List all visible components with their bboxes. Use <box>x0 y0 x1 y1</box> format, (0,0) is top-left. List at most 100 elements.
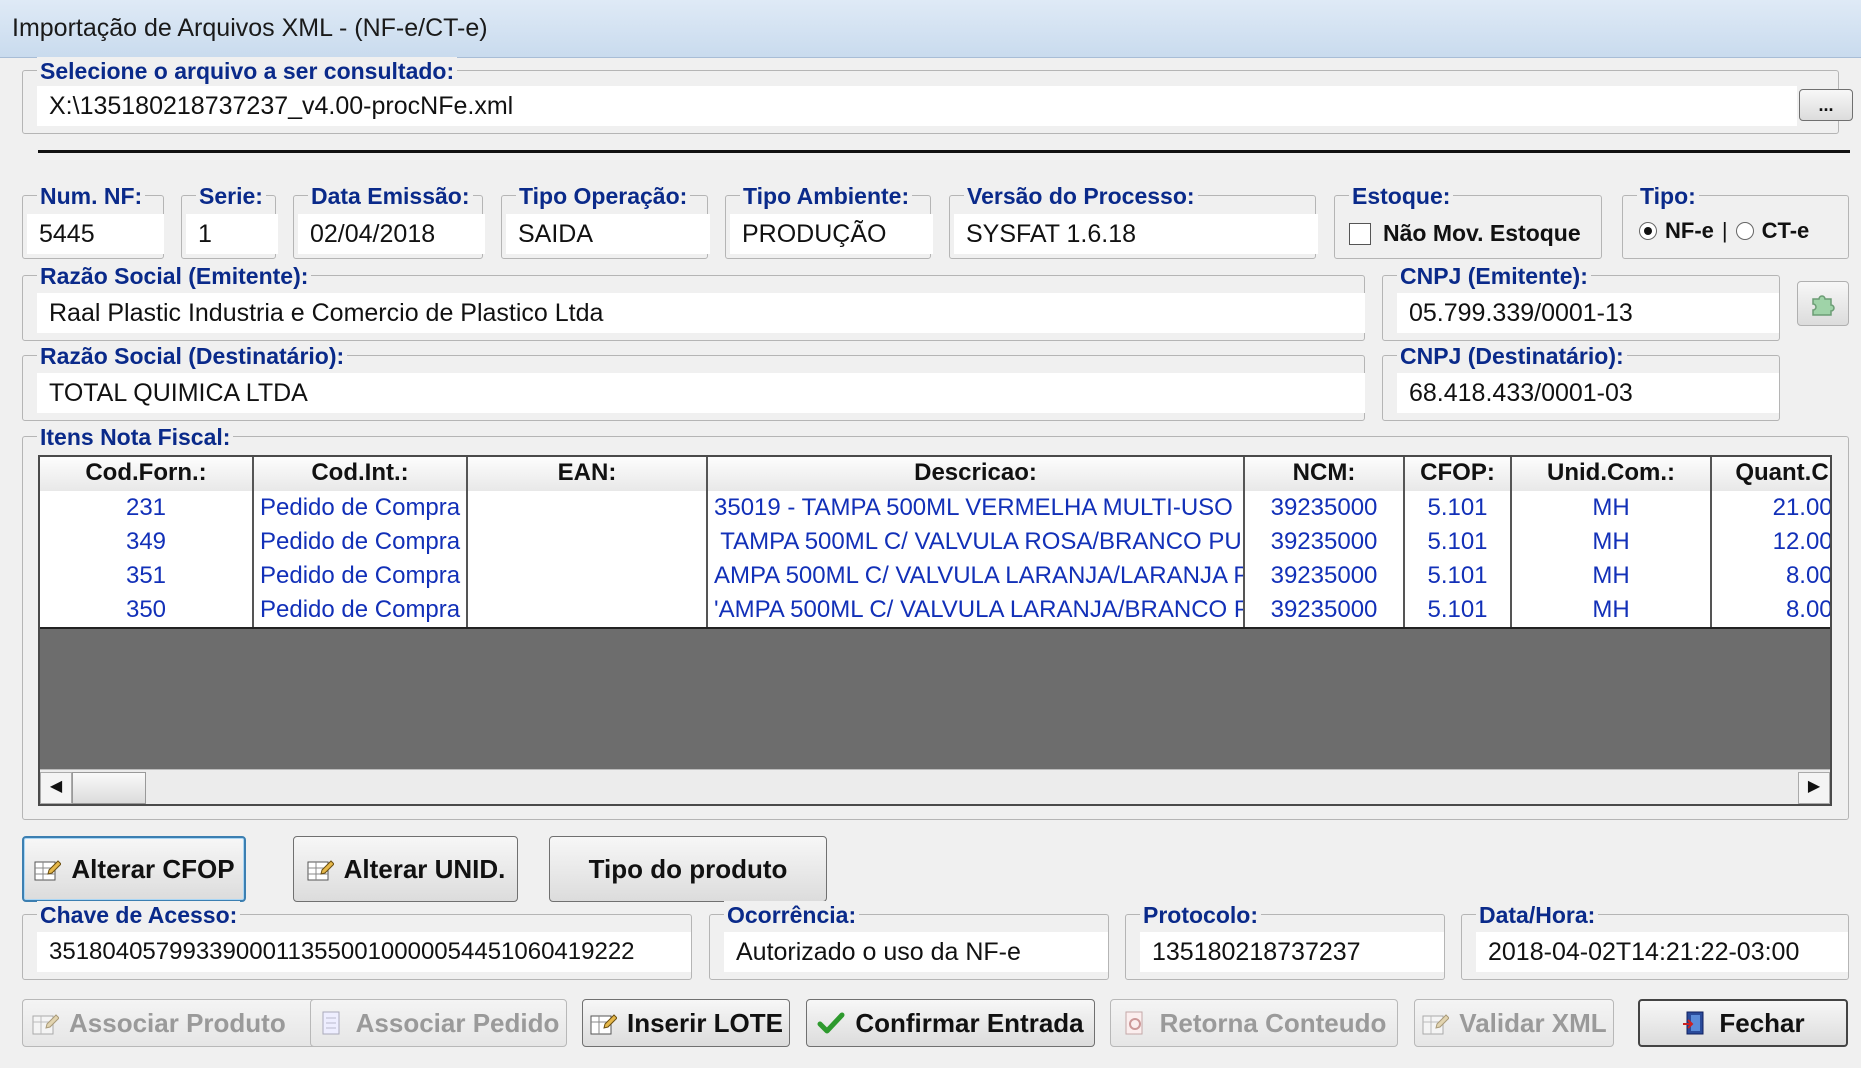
tipo-operacao-group: Tipo Operação: SAIDA <box>501 182 710 259</box>
browse-button[interactable]: ... <box>1799 89 1853 121</box>
exit-door-icon <box>1681 1010 1709 1036</box>
alterar-cfop-button[interactable]: Alterar CFOP <box>22 836 246 902</box>
cell-cod-forn: 350 <box>40 593 254 627</box>
serie-group: Serie: 1 <box>181 182 278 259</box>
cell-cfop: 5.101 <box>1405 593 1512 627</box>
radio-cte[interactable]: CT-e <box>1735 218 1809 244</box>
razao-destinatario-label: Razão Social (Destinatário): <box>37 342 348 370</box>
chave-group: Chave de Acesso: 35180405799339000113550… <box>22 901 692 980</box>
protocolo-group: Protocolo: 135180218737237 <box>1125 901 1445 980</box>
associar-pedido-button[interactable]: Associar Pedido <box>310 999 567 1047</box>
table-row[interactable]: 231 Pedido de Compra 35019 - TAMPA 500ML… <box>40 491 1832 526</box>
razao-emitente-label: Razão Social (Emitente): <box>37 262 312 290</box>
cell-ncm: 39235000 <box>1245 491 1405 525</box>
tipo-label: Tipo: <box>1637 182 1699 210</box>
retorna-conteudo-button[interactable]: Retorna Conteudo <box>1110 999 1398 1047</box>
ocorrencia-field[interactable]: Autorizado o uso da NF-e <box>724 932 1108 972</box>
document-refresh-icon <box>1122 1010 1150 1036</box>
cell-cod-forn: 231 <box>40 491 254 525</box>
edit-table-icon <box>31 1010 60 1036</box>
data-emissao-field[interactable]: 02/04/2018 <box>298 214 485 254</box>
tipo-operacao-label: Tipo Operação: <box>516 182 691 210</box>
validar-xml-label: Validar XML <box>1459 1007 1607 1038</box>
associar-produto-label: Associar Produto <box>69 1007 286 1038</box>
confirmar-entrada-button[interactable]: Confirmar Entrada <box>806 999 1095 1047</box>
table-row[interactable]: 350 Pedido de Compra 'AMPA 500ML C/ VALV… <box>40 593 1832 629</box>
tipo-operacao-field[interactable]: SAIDA <box>506 214 710 254</box>
cell-cfop: 5.101 <box>1405 491 1512 525</box>
fechar-button[interactable]: Fechar <box>1638 999 1848 1047</box>
checkbox-box <box>1349 222 1371 245</box>
protocolo-field[interactable]: 135180218737237 <box>1140 932 1444 972</box>
estoque-label: Estoque: <box>1349 182 1454 210</box>
scroll-right-icon[interactable]: ▶ <box>1798 772 1830 804</box>
associar-produto-button[interactable]: Associar Produto <box>22 999 322 1047</box>
col-cod-int[interactable]: Cod.Int.: <box>254 457 468 491</box>
edit-table-icon <box>589 1010 618 1036</box>
razao-emitente-field[interactable]: Raal Plastic Industria e Comercio de Pla… <box>37 293 1365 333</box>
tipo-ambiente-field[interactable]: PRODUÇÃO <box>730 214 933 254</box>
razao-destinatario-field[interactable]: TOTAL QUIMICA LTDA <box>37 373 1365 413</box>
cell-quant: 8.000 <box>1785 596 1832 623</box>
cnpj-emitente-label: CNPJ (Emitente): <box>1397 262 1591 290</box>
num-nf-group: Num. NF: 5445 <box>22 182 164 259</box>
radio-nfe-label: NF-e <box>1665 218 1714 243</box>
serie-field[interactable]: 1 <box>186 214 278 254</box>
edit-table-icon <box>33 856 63 882</box>
cell-ean <box>468 491 708 525</box>
table-row[interactable]: 349 Pedido de Compra TAMPA 500ML C/ VALV… <box>40 525 1830 560</box>
cnpj-emitente-field[interactable]: 05.799.339/0001-13 <box>1397 293 1779 333</box>
cell-quant: 21.000 <box>1772 494 1832 521</box>
fechar-label: Fechar <box>1719 1007 1805 1038</box>
data-hora-field[interactable]: 2018-04-02T14:21:22-03:00 <box>1476 932 1848 972</box>
scroll-left-icon[interactable]: ◀ <box>40 772 72 804</box>
chave-label: Chave de Acesso: <box>37 901 241 929</box>
edit-table-icon <box>1421 1010 1451 1036</box>
data-emissao-group: Data Emissão: 02/04/2018 <box>293 182 485 259</box>
cell-cfop: 5.101 <box>1405 525 1512 559</box>
tipo-options: NF-e | CT-e <box>1639 218 1809 244</box>
cell-descricao: 'AMPA 500ML C/ VALVULA LARANJA/BRANCO P <box>708 593 1245 627</box>
col-descricao[interactable]: Descricao: <box>708 457 1245 491</box>
num-nf-field[interactable]: 5445 <box>27 214 164 254</box>
horizontal-scrollbar[interactable]: ◀ ▶ <box>40 769 1830 804</box>
window-titlebar: Importação de Arquivos XML - (NF-e/CT-e) <box>0 0 1861 58</box>
tipo-ambiente-label: Tipo Ambiente: <box>740 182 913 210</box>
cnpj-destinatario-field[interactable]: 68.418.433/0001-03 <box>1397 373 1779 413</box>
file-path-field[interactable]: X:\135180218737237_v4.00-procNFe.xml <box>37 86 1797 126</box>
items-grid[interactable]: Cod.Forn.: Cod.Int.: EAN: Descricao: NCM… <box>38 455 1832 806</box>
cell-cod-int: Pedido de Compra <box>254 559 468 593</box>
cnpj-destinatario-label: CNPJ (Destinatário): <box>1397 342 1627 370</box>
col-quant[interactable]: Quant.C <box>1712 457 1830 491</box>
alterar-unid-button[interactable]: Alterar UNID. <box>293 836 518 902</box>
cell-ncm: 39235000 <box>1245 559 1405 593</box>
nao-mov-estoque-checkbox[interactable]: Não Mov. Estoque <box>1349 220 1581 247</box>
cell-cod-int: Pedido de Compra <box>254 593 468 627</box>
puzzle-button[interactable] <box>1797 281 1849 326</box>
cell-unid: MH <box>1512 525 1712 559</box>
radio-nfe[interactable]: NF-e <box>1639 218 1714 244</box>
col-ean[interactable]: EAN: <box>468 457 708 491</box>
window-title: Importação de Arquivos XML - (NF-e/CT-e) <box>12 14 488 42</box>
cnpj-destinatario-group: CNPJ (Destinatário): 68.418.433/0001-03 <box>1382 342 1780 421</box>
edit-table-icon <box>306 856 335 882</box>
validar-xml-button[interactable]: Validar XML <box>1414 999 1614 1047</box>
chave-field[interactable]: 3518040579933900011355001000005445106041… <box>37 932 691 972</box>
col-cod-forn[interactable]: Cod.Forn.: <box>40 457 254 491</box>
scroll-thumb[interactable] <box>72 772 146 804</box>
separator-line <box>38 150 1850 153</box>
inserir-lote-button[interactable]: Inserir LOTE <box>582 999 790 1047</box>
col-unid-com[interactable]: Unid.Com.: <box>1512 457 1712 491</box>
num-nf-label: Num. NF: <box>37 182 146 210</box>
tipo-produto-button[interactable]: Tipo do produto <box>549 836 827 902</box>
table-row[interactable]: 351 Pedido de Compra AMPA 500ML C/ VALVU… <box>40 559 1830 594</box>
col-cfop[interactable]: CFOP: <box>1405 457 1512 491</box>
alterar-unid-label: Alterar UNID. <box>343 853 506 884</box>
col-ncm[interactable]: NCM: <box>1245 457 1405 491</box>
versao-processo-field[interactable]: SYSFAT 1.6.18 <box>954 214 1318 254</box>
cell-ean <box>468 593 708 627</box>
cell-ean <box>468 525 708 559</box>
protocolo-label: Protocolo: <box>1140 901 1261 929</box>
tipo-separator: | <box>1721 218 1728 243</box>
check-icon <box>817 1010 845 1036</box>
